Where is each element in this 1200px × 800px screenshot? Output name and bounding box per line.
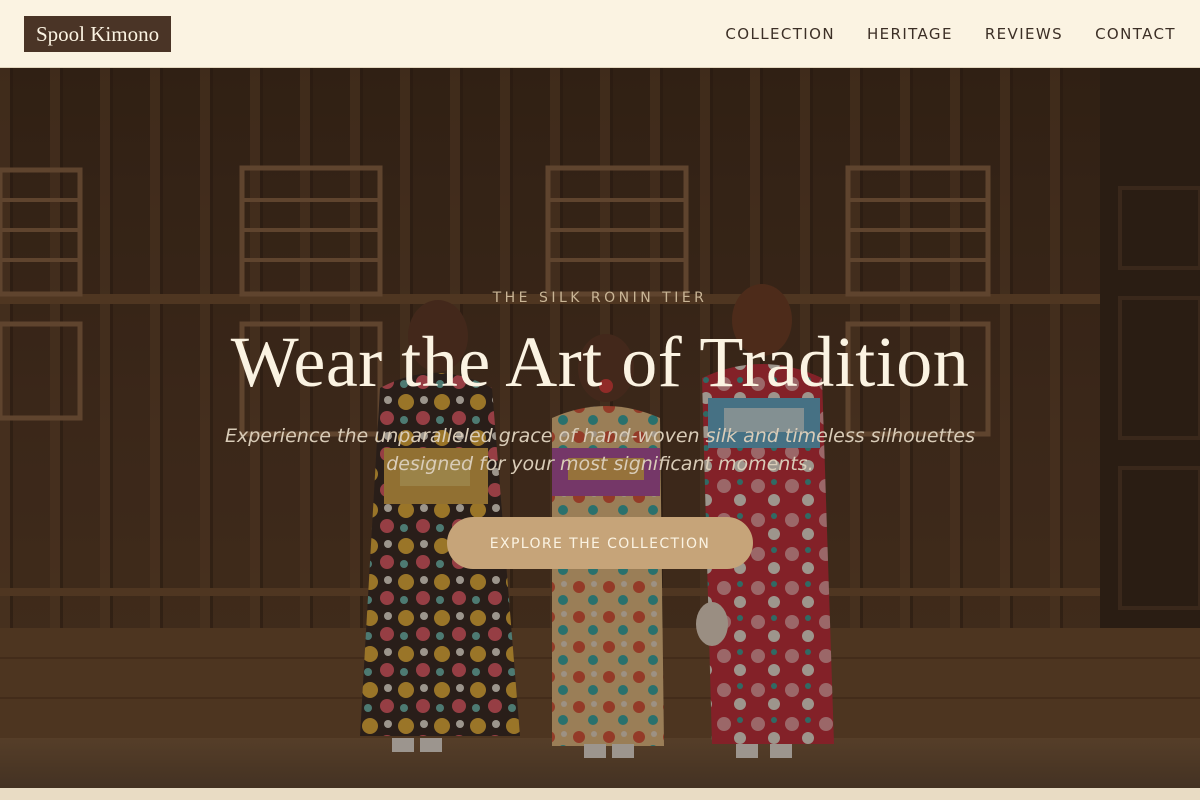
hero-content: THE SILK RONIN TIER Wear the Art of Trad… bbox=[0, 68, 1200, 788]
nav-link-contact[interactable]: CONTACT bbox=[1095, 25, 1176, 43]
hero-headline: Wear the Art of Tradition bbox=[230, 322, 970, 402]
nav-link-reviews[interactable]: REVIEWS bbox=[985, 25, 1063, 43]
hero-section: THE SILK RONIN TIER Wear the Art of Trad… bbox=[0, 68, 1200, 788]
site-header: Spool Kimono COLLECTION HERITAGE REVIEWS… bbox=[0, 0, 1200, 68]
explore-collection-button[interactable]: EXPLORE THE COLLECTION bbox=[447, 517, 753, 569]
brand-logo[interactable]: Spool Kimono bbox=[24, 16, 172, 52]
nav-link-collection[interactable]: COLLECTION bbox=[725, 25, 835, 43]
page-bottom-strip bbox=[0, 788, 1200, 800]
main-nav: COLLECTION HERITAGE REVIEWS CONTACT bbox=[725, 0, 1176, 68]
nav-link-heritage[interactable]: HERITAGE bbox=[867, 25, 953, 43]
hero-eyebrow: THE SILK RONIN TIER bbox=[492, 290, 708, 306]
hero-subheading: Experience the unparalleled grace of han… bbox=[225, 425, 975, 475]
